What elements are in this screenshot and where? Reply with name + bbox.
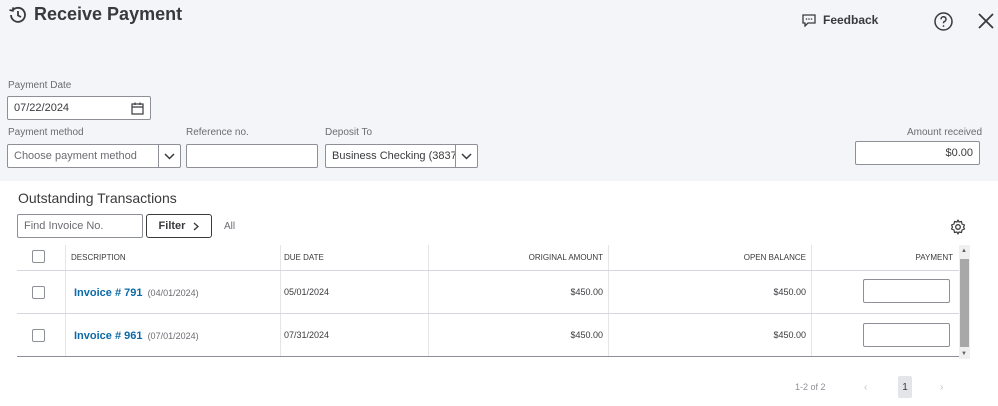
due-date: 05/01/2024 xyxy=(284,287,330,297)
reference-input[interactable] xyxy=(186,144,318,168)
deposit-to-dropdown-toggle[interactable] xyxy=(455,145,477,167)
amount-received-input[interactable]: $0.00 xyxy=(855,141,980,165)
page-header: Receive Payment xyxy=(8,4,182,25)
amount-received-label: Amount received xyxy=(907,127,983,138)
chevron-down-icon xyxy=(164,152,175,160)
row-checkbox[interactable] xyxy=(32,329,45,342)
column-header-payment: PAYMENT xyxy=(915,253,953,262)
deposit-to-value: Business Checking (3837) xyxy=(332,150,455,162)
help-icon[interactable] xyxy=(934,12,953,31)
original-amount: $450.00 xyxy=(570,287,603,297)
transactions-table: DESCRIPTION DUE DATE ORIGINAL AMOUNT OPE… xyxy=(17,245,959,357)
scroll-up-arrow[interactable]: ▲ xyxy=(961,248,967,254)
column-header-open-balance: OPEN BALANCE xyxy=(743,253,806,262)
chevron-right-icon xyxy=(193,221,200,231)
payment-method-label: Payment method xyxy=(8,127,84,138)
feedback-icon xyxy=(802,13,816,27)
invoice-number[interactable]: Invoice # 791 xyxy=(74,287,143,299)
history-icon[interactable] xyxy=(8,5,28,25)
original-amount: $450.00 xyxy=(570,330,603,340)
filter-state: All xyxy=(224,221,236,232)
payment-date-label: Payment Date xyxy=(8,80,72,91)
due-date: 07/31/2024 xyxy=(284,330,330,340)
column-header-due-date: DUE DATE xyxy=(284,253,324,262)
feedback-button[interactable]: Feedback xyxy=(802,13,878,27)
payment-method-select[interactable]: Choose payment method xyxy=(7,144,181,168)
payment-input[interactable] xyxy=(863,323,950,347)
feedback-label: Feedback xyxy=(823,13,879,27)
open-balance: $450.00 xyxy=(773,287,806,297)
row-checkbox[interactable] xyxy=(32,286,45,299)
table-header-row: DESCRIPTION DUE DATE ORIGINAL AMOUNT OPE… xyxy=(17,245,959,271)
invoice-number[interactable]: Invoice # 961 xyxy=(74,330,143,342)
calendar-icon[interactable] xyxy=(131,102,144,115)
table-row: Invoice # 791 (04/01/2024) 05/01/2024 $4… xyxy=(17,271,959,314)
payment-input[interactable] xyxy=(863,279,950,303)
find-invoice-placeholder: Find Invoice No. xyxy=(24,220,104,232)
payment-date-value: 07/22/2024 xyxy=(14,102,70,114)
invoice-date: (04/01/2024) xyxy=(147,288,199,298)
close-icon[interactable] xyxy=(977,12,995,30)
column-header-original-amount: ORIGINAL AMOUNT xyxy=(528,253,603,262)
invoice-link[interactable]: Invoice # 961 (07/01/2024) xyxy=(74,330,199,342)
pager-info: 1-2 of 2 xyxy=(795,382,826,392)
gear-icon[interactable] xyxy=(950,219,966,235)
chevron-down-icon xyxy=(461,152,472,160)
open-balance: $450.00 xyxy=(773,330,806,340)
deposit-to-select[interactable]: Business Checking (3837) xyxy=(325,144,478,168)
prev-page-button[interactable]: ‹ xyxy=(864,382,867,393)
scrollbar-thumb[interactable] xyxy=(960,259,969,347)
payment-method-dropdown-toggle[interactable] xyxy=(158,145,180,167)
filter-button[interactable]: Filter xyxy=(146,214,212,238)
payment-method-placeholder: Choose payment method xyxy=(14,150,137,162)
find-invoice-input[interactable]: Find Invoice No. xyxy=(17,214,143,238)
page-1-button[interactable]: 1 xyxy=(898,376,912,398)
table-row: Invoice # 961 (07/01/2024) 07/31/2024 $4… xyxy=(17,314,959,357)
page-title: Receive Payment xyxy=(34,4,183,24)
filter-label: Filter xyxy=(158,220,186,232)
deposit-to-label: Deposit To xyxy=(325,127,373,138)
column-header-description: DESCRIPTION xyxy=(71,253,126,262)
scroll-down-arrow[interactable]: ▼ xyxy=(961,351,967,357)
outstanding-transactions-title: Outstanding Transactions xyxy=(18,190,177,206)
next-page-button[interactable]: › xyxy=(940,382,943,393)
reference-label: Reference no. xyxy=(186,127,249,138)
invoice-date: (07/01/2024) xyxy=(147,331,199,341)
invoice-link[interactable]: Invoice # 791 (04/01/2024) xyxy=(74,287,199,299)
select-all-checkbox[interactable] xyxy=(32,250,45,263)
payment-date-field[interactable]: 07/22/2024 xyxy=(7,96,151,120)
amount-received-value: $0.00 xyxy=(945,147,973,159)
